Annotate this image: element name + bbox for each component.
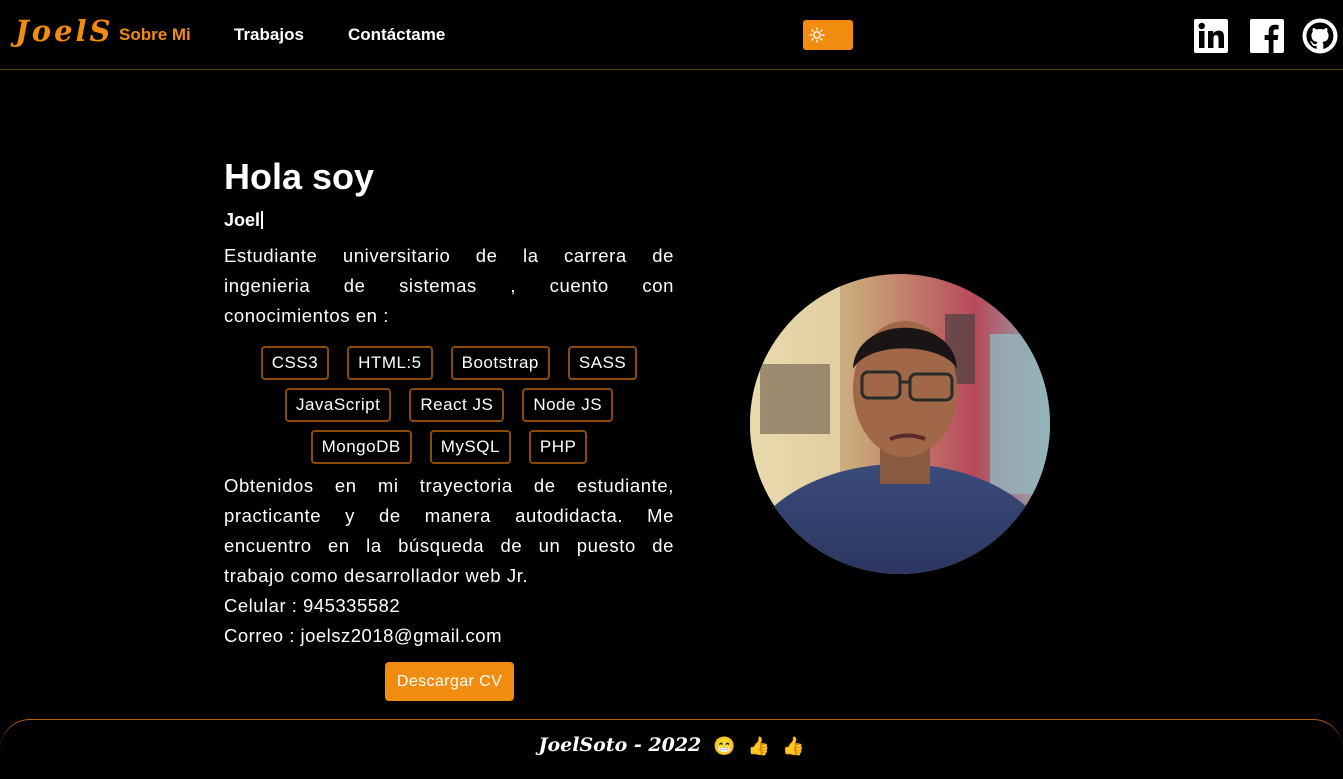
intro-paragraph: Estudiante universitario de la carrera d… <box>224 241 674 331</box>
skill-chip: Bootstrap <box>450 346 550 380</box>
skill-chip: PHP <box>528 430 588 464</box>
skill-chip: HTML:5 <box>347 346 433 380</box>
hero-name-text: Joel <box>224 210 261 230</box>
skills-row: CSS3 HTML:5 Bootstrap SASS <box>260 346 638 380</box>
thumbs-up-icon: 👍 <box>782 736 805 757</box>
outro-line: practicante y de manera autodidacta. Me <box>224 505 674 526</box>
grin-emoji-icon: 😁 <box>713 736 736 757</box>
skill-chip: CSS3 <box>260 346 330 380</box>
theme-toggle[interactable] <box>803 20 853 50</box>
skill-chip: SASS <box>567 346 638 380</box>
intro-line: conocimientos en : <box>224 305 390 326</box>
outro-paragraph: Obtenidos en mi trayectoria de estudiant… <box>224 471 674 591</box>
typing-caret <box>261 211 264 229</box>
contact-email: Correo : joelsz2018@gmail.com <box>224 625 502 646</box>
skill-chip: MongoDB <box>310 430 412 464</box>
outro-line: Obtenidos en mi trayectoria de estudiant… <box>224 475 674 496</box>
sun-icon <box>807 25 827 45</box>
intro-line: ingenieria de sistemas , cuento con <box>224 275 674 296</box>
footer: JoelSoto - 2022 😁 👍 👍 <box>0 719 1343 779</box>
brand-logo[interactable]: JoelS <box>15 14 113 48</box>
hero-title: Hola soy <box>224 156 375 197</box>
skill-chip: JavaScript <box>284 388 392 422</box>
facebook-icon[interactable] <box>1249 18 1285 54</box>
intro-line: Estudiante universitario de la carrera d… <box>224 245 674 266</box>
footer-text: JoelSoto - 2022 😁 👍 👍 <box>0 734 1343 757</box>
github-icon[interactable] <box>1302 18 1338 54</box>
linkedin-icon[interactable] <box>1193 18 1229 54</box>
outro-line: trabajo como desarrollador web Jr. <box>224 565 529 586</box>
hero-name: Joel <box>224 210 264 231</box>
thumbs-up-icon: 👍 <box>747 736 771 757</box>
nav-contactame[interactable]: Contáctame <box>348 25 445 45</box>
skill-chip: MySQL <box>429 430 511 464</box>
outro-line: encuentro en la búsqueda de un puesto de <box>224 535 674 556</box>
profile-photo <box>750 274 1050 574</box>
nav-sobre-mi[interactable]: Sobre Mi <box>119 25 191 45</box>
skill-chip: React JS <box>409 388 505 422</box>
skills-row: MongoDB MySQL PHP <box>310 430 588 464</box>
skills-list: CSS3 HTML:5 Bootstrap SASS JavaScript Re… <box>224 346 674 464</box>
nav-trabajos[interactable]: Trabajos <box>234 25 304 45</box>
skill-chip: Node JS <box>522 388 614 422</box>
navbar: JoelS Sobre Mi Trabajos Contáctame <box>0 0 1343 70</box>
download-cv-button[interactable]: Descargar CV <box>385 662 514 701</box>
skills-row: JavaScript React JS Node JS <box>284 388 614 422</box>
footer-credit: JoelSoto - 2022 <box>538 734 702 756</box>
contact-phone: Celular : 945335582 <box>224 595 401 616</box>
